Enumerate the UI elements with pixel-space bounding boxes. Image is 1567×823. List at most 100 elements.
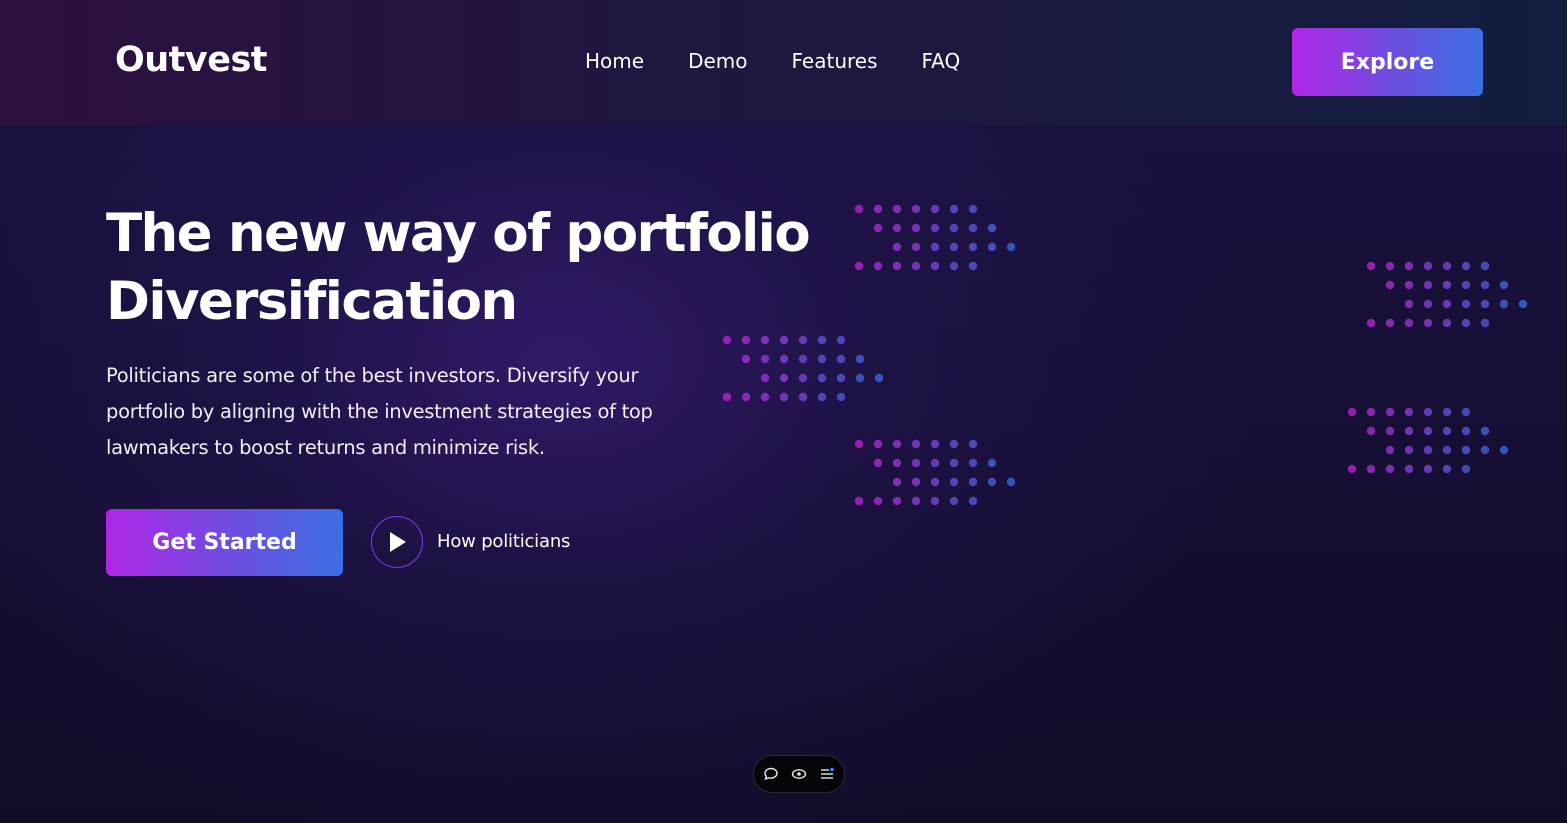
dot [873, 496, 883, 506]
dot [1480, 445, 1490, 455]
nav-item-home[interactable]: Home [585, 49, 644, 73]
dot [1404, 299, 1414, 309]
dot [1442, 407, 1452, 417]
dot [1404, 318, 1414, 328]
dot [1385, 261, 1395, 271]
dot [873, 204, 883, 214]
dot [1442, 280, 1452, 290]
menu-list-icon[interactable] [818, 765, 836, 783]
dot [1442, 299, 1452, 309]
dot [949, 261, 959, 271]
play-video-button[interactable] [371, 516, 423, 568]
dot [1499, 445, 1509, 455]
dot [1423, 426, 1433, 436]
dot [1480, 426, 1490, 436]
dot [836, 373, 846, 383]
dot [930, 439, 940, 449]
hero-description: Politicians are some of the best investo… [106, 364, 653, 459]
dot [1404, 407, 1414, 417]
dot [798, 373, 808, 383]
dot [854, 261, 864, 271]
dot [949, 439, 959, 449]
dot [911, 439, 921, 449]
dot [1442, 445, 1452, 455]
dot [1366, 426, 1376, 436]
dot [930, 496, 940, 506]
dot [968, 458, 978, 468]
eye-icon[interactable] [790, 765, 808, 783]
dot [930, 458, 940, 468]
dot [798, 335, 808, 345]
main-nav: Home Demo Features FAQ [585, 49, 960, 73]
dot [949, 204, 959, 214]
dot [1442, 464, 1452, 474]
dot [741, 392, 751, 402]
dot [1480, 299, 1490, 309]
dot [987, 458, 997, 468]
dot-pattern-5 [1347, 407, 1509, 474]
dot [1461, 464, 1471, 474]
dot [930, 242, 940, 252]
how-politicians-link[interactable]: How politicians [437, 531, 570, 552]
dot [987, 242, 997, 252]
brand-logo[interactable]: Outvest [115, 40, 268, 80]
dot [1499, 299, 1509, 309]
dot [930, 477, 940, 487]
dot [930, 261, 940, 271]
dot [1461, 407, 1471, 417]
dot [892, 223, 902, 233]
dot [892, 439, 902, 449]
dot [911, 458, 921, 468]
dot [798, 354, 808, 364]
dot [1423, 261, 1433, 271]
get-started-button[interactable]: Get Started [106, 509, 343, 576]
dot [968, 204, 978, 214]
dot [1385, 445, 1395, 455]
dot [1385, 426, 1395, 436]
dot [892, 204, 902, 214]
dot [1480, 280, 1490, 290]
dot [1006, 477, 1016, 487]
dot [1404, 426, 1414, 436]
dot [779, 335, 789, 345]
dot [1423, 299, 1433, 309]
comment-icon[interactable] [762, 765, 780, 783]
hero-title: The new way of portfolio Diversification [106, 200, 826, 336]
dot [1404, 464, 1414, 474]
dot [968, 261, 978, 271]
dot-pattern-2 [722, 335, 884, 402]
dot [722, 392, 732, 402]
dot [779, 373, 789, 383]
dot [1423, 464, 1433, 474]
dot [722, 335, 732, 345]
dot [836, 392, 846, 402]
dot [968, 242, 978, 252]
nav-item-demo[interactable]: Demo [688, 49, 747, 73]
dot [741, 335, 751, 345]
dot [1442, 318, 1452, 328]
dot [949, 496, 959, 506]
dot [968, 223, 978, 233]
dot [1442, 426, 1452, 436]
explore-button[interactable]: Explore [1292, 28, 1483, 96]
dot [760, 354, 770, 364]
dot [873, 223, 883, 233]
dot [1423, 280, 1433, 290]
dot [1404, 280, 1414, 290]
dot [892, 242, 902, 252]
nav-item-features[interactable]: Features [792, 49, 878, 73]
dot [987, 477, 997, 487]
dot [911, 204, 921, 214]
dot [911, 223, 921, 233]
dot [741, 354, 751, 364]
dot [817, 335, 827, 345]
landing-page: Outvest Home Demo Features FAQ Explore T… [0, 0, 1567, 823]
dot [911, 261, 921, 271]
nav-item-faq[interactable]: FAQ [922, 49, 961, 73]
dot [911, 477, 921, 487]
dot [873, 261, 883, 271]
dot [854, 204, 864, 214]
dot [1480, 318, 1490, 328]
hero-title-line1: The new way of portfolio [106, 203, 811, 264]
dot [760, 373, 770, 383]
